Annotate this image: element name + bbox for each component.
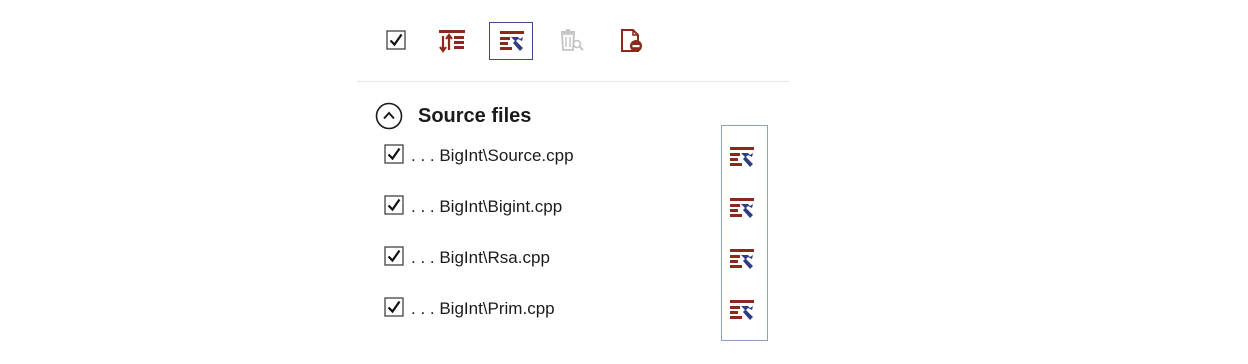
file-checkbox[interactable]: [383, 143, 405, 170]
configure-wrench-icon: [730, 300, 754, 320]
checkbox-checked-icon: [384, 144, 404, 164]
row-configure-column: [721, 125, 768, 341]
file-checkbox[interactable]: [383, 296, 405, 323]
file-path: . . . BigInt\Prim.cpp: [411, 299, 555, 318]
checkbox-checked-icon: [384, 297, 404, 317]
configure-button[interactable]: [489, 22, 533, 60]
section-title: Source files: [418, 105, 532, 127]
checkbox-checked-icon: [384, 195, 404, 215]
document-remove-icon: [621, 29, 642, 52]
sort-button[interactable]: [429, 22, 473, 60]
select-all-checkbox[interactable]: [385, 29, 407, 56]
configure-wrench-icon: [730, 249, 754, 269]
trash-search-icon: [561, 29, 584, 51]
configure-wrench-icon: [730, 147, 754, 167]
checkbox-checked-icon: [386, 30, 406, 50]
sort-list-icon: [439, 30, 465, 53]
file-row: . . . BigInt\Prim.cpp: [383, 296, 773, 326]
file-path: . . . BigInt\Bigint.cpp: [411, 197, 563, 216]
file-configure-button[interactable]: [730, 248, 758, 276]
file-path: . . . BigInt\Source.cpp: [411, 146, 574, 165]
clean-button[interactable]: [549, 22, 593, 60]
remove-button[interactable]: [609, 22, 653, 60]
file-configure-button[interactable]: [730, 299, 758, 327]
toolbar: [357, 22, 789, 62]
configure-wrench-icon: [500, 31, 524, 51]
file-row: . . . BigInt\Source.cpp: [383, 143, 773, 173]
file-path: . . . BigInt\Rsa.cpp: [411, 248, 550, 267]
file-configure-button[interactable]: [730, 197, 758, 225]
checkbox-checked-icon: [384, 246, 404, 266]
collapse-button[interactable]: [375, 102, 403, 130]
file-checkbox[interactable]: [383, 245, 405, 272]
chevron-up-circle-icon: [375, 102, 403, 130]
file-checkbox[interactable]: [383, 194, 405, 221]
file-row: . . . BigInt\Bigint.cpp: [383, 194, 773, 224]
configure-wrench-icon: [730, 198, 754, 218]
file-configure-button[interactable]: [730, 146, 758, 174]
file-row: . . . BigInt\Rsa.cpp: [383, 245, 773, 275]
toolbar-divider: [357, 81, 789, 82]
source-files-panel: Source files . . . BigInt\Source.cpp . .…: [357, 0, 789, 364]
